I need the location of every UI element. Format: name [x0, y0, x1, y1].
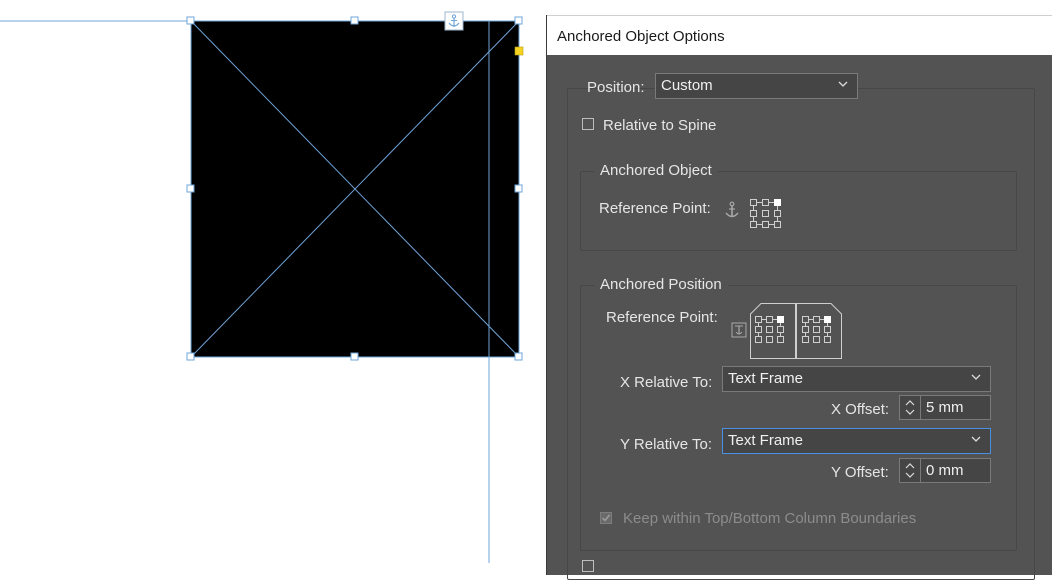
- object-anchor-icon: [725, 201, 739, 218]
- page-reference-point-proxy[interactable]: [749, 302, 843, 360]
- overset-marker[interactable]: [514, 46, 524, 56]
- handle-top-right: [514, 16, 523, 25]
- handle-middle-left: [186, 184, 195, 193]
- anchored-position-group-label: Anchored Position: [594, 276, 728, 293]
- bottom-checkbox-partial[interactable]: [582, 560, 594, 572]
- object-reference-point-label: Reference Point:: [599, 200, 711, 217]
- y-offset-field[interactable]: 0 mm: [899, 458, 991, 483]
- text-frame-anchor-icon: [731, 322, 747, 338]
- anchored-object-group-label: Anchored Object: [594, 162, 718, 179]
- relative-to-spine-checkbox[interactable]: [582, 118, 594, 130]
- handle-bottom-center: [350, 352, 359, 361]
- handle-middle-right: [514, 184, 523, 193]
- x-relative-to-value: Text Frame: [728, 370, 804, 387]
- x-offset-value: 5 mm: [926, 399, 964, 416]
- x-relative-to-dropdown[interactable]: Text Frame: [722, 366, 991, 392]
- position-dropdown-value: Custom: [661, 77, 713, 94]
- x-offset-field[interactable]: 5 mm: [899, 395, 991, 420]
- y-relative-to-dropdown[interactable]: Text Frame: [722, 428, 991, 454]
- position-reference-point-label: Reference Point:: [606, 309, 718, 326]
- keep-within-checkbox[interactable]: [600, 512, 612, 524]
- dialog-title: Anchored Object Options: [557, 28, 725, 45]
- keep-within-label: Keep within Top/Bottom Column Boundaries: [623, 510, 917, 527]
- position-dropdown[interactable]: Custom: [655, 73, 858, 99]
- handle-top-left: [186, 16, 195, 25]
- relative-to-spine-label[interactable]: Relative to Spine: [603, 117, 716, 134]
- y-relative-to-label: Y Relative To:: [620, 436, 712, 453]
- chevron-down-icon: [971, 436, 981, 442]
- dialog-title-bar[interactable]: Anchored Object Options: [547, 15, 1052, 55]
- anchored-object-options-dialog: Anchored Object Options Position: Custom…: [546, 15, 1052, 580]
- y-offset-label: Y Offset:: [831, 464, 889, 481]
- handle-top-center: [350, 16, 359, 25]
- handle-bottom-right: [514, 352, 523, 361]
- chevron-down-icon: [971, 374, 981, 380]
- object-reference-point-proxy[interactable]: [749, 198, 783, 230]
- position-label: Position:: [587, 79, 645, 96]
- y-offset-stepper[interactable]: [900, 459, 921, 482]
- y-offset-value: 0 mm: [926, 462, 964, 479]
- x-offset-label: X Offset:: [831, 401, 890, 418]
- y-relative-to-value: Text Frame: [728, 432, 804, 449]
- chevron-down-icon: [838, 81, 848, 87]
- x-relative-to-label: X Relative To:: [620, 374, 713, 391]
- anchor-icon[interactable]: [444, 11, 464, 31]
- handle-bottom-left: [186, 352, 195, 361]
- checkmark-icon: [602, 514, 611, 522]
- x-offset-stepper[interactable]: [900, 396, 921, 419]
